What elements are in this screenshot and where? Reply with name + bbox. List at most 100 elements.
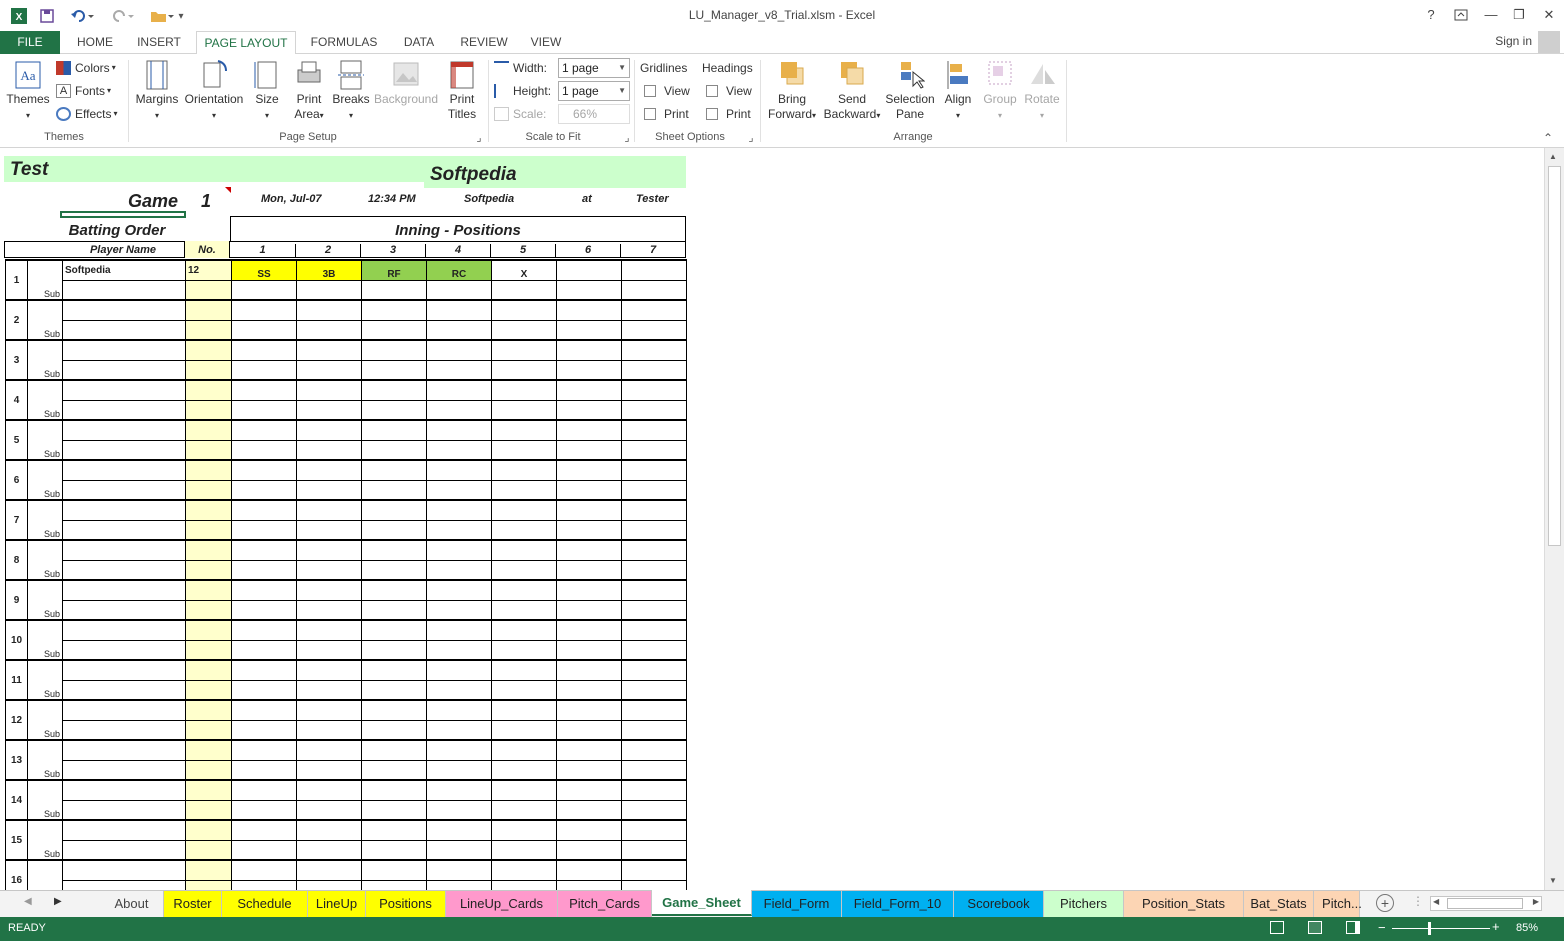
- position-cell[interactable]: [621, 439, 687, 461]
- lineup-row[interactable]: Sub: [6, 519, 687, 541]
- player-name-cell[interactable]: [62, 319, 186, 341]
- new-sheet-icon[interactable]: +: [1376, 894, 1394, 912]
- width-select[interactable]: 1 page ▼: [558, 58, 630, 78]
- position-cell[interactable]: [231, 599, 297, 621]
- player-name-cell[interactable]: [62, 519, 186, 541]
- active-cell-selection[interactable]: [60, 211, 186, 218]
- position-cell[interactable]: [556, 799, 622, 821]
- sub-label-cell[interactable]: [27, 459, 63, 480]
- position-cell[interactable]: [231, 439, 297, 461]
- batting-order-number[interactable]: 7: [5, 499, 28, 541]
- jersey-number-cell[interactable]: [185, 819, 232, 841]
- jersey-number-cell[interactable]: [185, 519, 232, 541]
- position-cell[interactable]: [621, 459, 687, 481]
- position-cell[interactable]: [556, 579, 622, 601]
- position-cell[interactable]: [426, 559, 492, 581]
- position-cell[interactable]: [296, 639, 362, 661]
- position-cell[interactable]: [491, 719, 557, 741]
- scale-launcher-icon[interactable]: ⌟: [622, 131, 632, 144]
- position-cell[interactable]: [426, 599, 492, 621]
- next-sheet-icon[interactable]: ▶: [54, 896, 62, 907]
- normal-view-icon[interactable]: [1270, 921, 1284, 934]
- position-cell[interactable]: [621, 499, 687, 521]
- scale-spinner[interactable]: 66%: [558, 104, 630, 124]
- position-cell[interactable]: [296, 819, 362, 841]
- sub-label-cell[interactable]: Sub: [27, 840, 63, 861]
- position-cell[interactable]: RF: [361, 259, 427, 281]
- position-cell[interactable]: [556, 419, 622, 441]
- sub-label-cell[interactable]: Sub: [27, 280, 63, 301]
- jersey-number-cell[interactable]: [185, 759, 232, 781]
- player-name-cell[interactable]: [62, 559, 186, 581]
- player-name-cell[interactable]: [62, 799, 186, 821]
- position-cell[interactable]: [296, 499, 362, 521]
- position-cell[interactable]: [296, 279, 362, 301]
- position-cell[interactable]: [426, 619, 492, 641]
- position-cell[interactable]: [491, 779, 557, 801]
- jersey-number-cell[interactable]: [185, 839, 232, 861]
- position-cell[interactable]: [556, 859, 622, 881]
- zoom-slider-thumb[interactable]: [1428, 922, 1431, 935]
- position-cell[interactable]: [361, 419, 427, 441]
- lineup-row[interactable]: 16: [5, 859, 687, 890]
- lineup-row[interactable]: 8: [5, 539, 687, 581]
- jersey-number-cell[interactable]: [185, 799, 232, 821]
- group-objects-button[interactable]: Group ▾: [980, 58, 1020, 123]
- position-cell[interactable]: [361, 359, 427, 381]
- jersey-number-cell[interactable]: [185, 399, 232, 421]
- position-cell[interactable]: [621, 879, 687, 890]
- sub-label-cell[interactable]: Sub: [27, 800, 63, 821]
- position-cell[interactable]: [361, 659, 427, 681]
- collapse-ribbon-icon[interactable]: ⌃: [1540, 131, 1556, 145]
- position-cell[interactable]: [491, 879, 557, 890]
- sign-in-link[interactable]: Sign in: [1495, 34, 1532, 48]
- lineup-row[interactable]: 2: [5, 299, 687, 341]
- jersey-number-cell[interactable]: [185, 279, 232, 301]
- sub-label-cell[interactable]: Sub: [27, 400, 63, 421]
- position-cell[interactable]: [426, 519, 492, 541]
- jersey-number-cell[interactable]: [185, 639, 232, 661]
- position-cell[interactable]: [491, 799, 557, 821]
- batting-order-number[interactable]: 13: [5, 739, 28, 781]
- position-cell[interactable]: [556, 379, 622, 401]
- jersey-number-cell[interactable]: [185, 739, 232, 761]
- position-cell[interactable]: [231, 859, 297, 881]
- horizontal-scrollbar[interactable]: ◀ ▶: [1430, 896, 1542, 911]
- jersey-number-cell[interactable]: [185, 879, 232, 890]
- position-cell[interactable]: [296, 539, 362, 561]
- position-cell[interactable]: [361, 859, 427, 881]
- batting-order-number[interactable]: 1: [5, 259, 28, 301]
- position-cell[interactable]: [621, 419, 687, 441]
- sheet-tab-pitch-cards[interactable]: Pitch_Cards: [558, 891, 652, 917]
- help-button[interactable]: ?: [1418, 4, 1444, 26]
- position-cell[interactable]: [556, 339, 622, 361]
- sub-label-cell[interactable]: Sub: [27, 760, 63, 781]
- position-cell[interactable]: [361, 799, 427, 821]
- position-cell[interactable]: [361, 379, 427, 401]
- position-cell[interactable]: [491, 339, 557, 361]
- sub-label-cell[interactable]: Sub: [27, 680, 63, 701]
- position-cell[interactable]: [426, 679, 492, 701]
- position-cell[interactable]: [361, 579, 427, 601]
- sheet-tab-scorebook[interactable]: Scorebook: [954, 891, 1044, 917]
- position-cell[interactable]: [231, 539, 297, 561]
- position-cell[interactable]: [296, 719, 362, 741]
- position-cell[interactable]: [231, 579, 297, 601]
- sub-label-cell[interactable]: [27, 539, 63, 560]
- ribbon-display-options-icon[interactable]: [1448, 4, 1474, 26]
- batting-order-number[interactable]: 11: [5, 659, 28, 701]
- position-cell[interactable]: [296, 739, 362, 761]
- position-cell[interactable]: [426, 879, 492, 890]
- player-name-cell[interactable]: [62, 459, 186, 481]
- lineup-row[interactable]: Sub: [6, 479, 687, 501]
- batting-order-number[interactable]: 9: [5, 579, 28, 621]
- position-cell[interactable]: [361, 699, 427, 721]
- zoom-level[interactable]: 85%: [1516, 922, 1538, 934]
- player-name-cell[interactable]: [62, 839, 186, 861]
- sub-label-cell[interactable]: [27, 659, 63, 680]
- sub-label-cell[interactable]: Sub: [27, 640, 63, 661]
- position-cell[interactable]: [491, 499, 557, 521]
- position-cell[interactable]: [231, 499, 297, 521]
- batting-order-number[interactable]: 15: [5, 819, 28, 861]
- lineup-row[interactable]: Sub: [6, 279, 687, 301]
